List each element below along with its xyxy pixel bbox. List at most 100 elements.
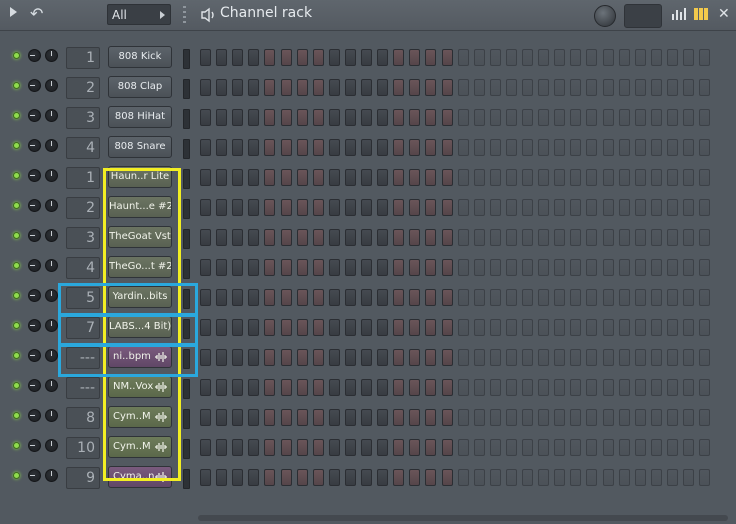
step-button[interactable] xyxy=(602,79,614,96)
step-button[interactable] xyxy=(505,289,517,306)
step-button[interactable] xyxy=(538,229,550,246)
step-button[interactable] xyxy=(248,469,260,486)
step-button[interactable] xyxy=(425,409,437,426)
step-button[interactable] xyxy=(666,319,678,336)
step-button[interactable] xyxy=(441,199,453,216)
step-button[interactable] xyxy=(441,169,453,186)
step-button[interactable] xyxy=(425,469,437,486)
step-button[interactable] xyxy=(650,469,662,486)
step-button[interactable] xyxy=(602,289,614,306)
step-button[interactable] xyxy=(296,139,308,156)
step-button[interactable] xyxy=(361,319,372,336)
channel-name-button[interactable]: 808 Kick xyxy=(108,46,172,68)
step-button[interactable] xyxy=(393,469,405,486)
volume-knob[interactable] xyxy=(45,349,58,362)
step-button[interactable] xyxy=(248,139,260,156)
step-button[interactable] xyxy=(441,229,453,246)
step-button[interactable] xyxy=(538,469,550,486)
step-button[interactable] xyxy=(361,379,372,396)
step-button[interactable] xyxy=(570,469,582,486)
step-button[interactable] xyxy=(683,469,694,486)
step-button[interactable] xyxy=(650,79,662,96)
mixer-track-number[interactable]: 2 xyxy=(66,77,100,99)
step-button[interactable] xyxy=(409,199,421,216)
step-button[interactable] xyxy=(216,439,228,456)
step-button[interactable] xyxy=(425,109,437,126)
step-button[interactable] xyxy=(457,169,469,186)
step-button[interactable] xyxy=(554,49,566,66)
step-button[interactable] xyxy=(216,49,228,66)
step-button[interactable] xyxy=(328,49,340,66)
step-button[interactable] xyxy=(344,469,356,486)
pan-knob[interactable] xyxy=(28,289,41,302)
step-button[interactable] xyxy=(586,229,598,246)
pan-knob[interactable] xyxy=(28,439,41,452)
step-button[interactable] xyxy=(248,409,260,426)
step-button[interactable] xyxy=(200,379,211,396)
step-button[interactable] xyxy=(650,139,662,156)
step-button[interactable] xyxy=(489,229,501,246)
step-button[interactable] xyxy=(538,319,550,336)
step-button[interactable] xyxy=(457,349,469,366)
step-button[interactable] xyxy=(312,289,324,306)
mixer-track-number[interactable]: 10 xyxy=(66,437,100,459)
step-button[interactable] xyxy=(361,79,372,96)
step-button[interactable] xyxy=(328,259,340,276)
step-button[interactable] xyxy=(296,439,308,456)
step-button[interactable] xyxy=(570,409,582,426)
step-sequencer-icon[interactable] xyxy=(694,8,708,20)
pan-knob[interactable] xyxy=(28,169,41,182)
step-button[interactable] xyxy=(586,139,598,156)
mixer-track-number[interactable]: 9 xyxy=(66,467,100,489)
step-button[interactable] xyxy=(328,469,340,486)
step-button[interactable] xyxy=(280,49,292,66)
pan-knob[interactable] xyxy=(28,319,41,332)
step-button[interactable] xyxy=(457,379,469,396)
step-button[interactable] xyxy=(473,439,485,456)
step-button[interactable] xyxy=(586,439,598,456)
step-button[interactable] xyxy=(505,259,517,276)
step-button[interactable] xyxy=(232,49,244,66)
channel-volume-bar[interactable] xyxy=(183,409,190,429)
step-button[interactable] xyxy=(602,409,614,426)
step-button[interactable] xyxy=(200,289,211,306)
step-button[interactable] xyxy=(699,259,711,276)
step-button[interactable] xyxy=(344,259,356,276)
step-button[interactable] xyxy=(312,169,324,186)
pan-knob[interactable] xyxy=(28,199,41,212)
step-button[interactable] xyxy=(296,169,308,186)
step-button[interactable] xyxy=(248,199,260,216)
step-button[interactable] xyxy=(393,109,405,126)
step-button[interactable] xyxy=(650,439,662,456)
step-button[interactable] xyxy=(457,259,469,276)
step-button[interactable] xyxy=(505,349,517,366)
swing-knob[interactable] xyxy=(594,5,616,27)
step-button[interactable] xyxy=(441,409,453,426)
speaker-icon[interactable] xyxy=(200,6,218,24)
step-button[interactable] xyxy=(683,199,694,216)
step-button[interactable] xyxy=(683,319,694,336)
step-button[interactable] xyxy=(312,319,324,336)
step-button[interactable] xyxy=(522,319,533,336)
step-button[interactable] xyxy=(248,109,260,126)
step-button[interactable] xyxy=(361,169,372,186)
step-button[interactable] xyxy=(280,469,292,486)
step-button[interactable] xyxy=(264,259,276,276)
step-button[interactable] xyxy=(441,49,453,66)
channel-volume-bar[interactable] xyxy=(183,139,190,159)
mute-led[interactable] xyxy=(13,172,20,179)
step-button[interactable] xyxy=(361,109,372,126)
step-button[interactable] xyxy=(457,229,469,246)
step-button[interactable] xyxy=(393,139,405,156)
step-button[interactable] xyxy=(361,349,372,366)
step-button[interactable] xyxy=(586,409,598,426)
step-button[interactable] xyxy=(328,409,340,426)
step-button[interactable] xyxy=(425,319,437,336)
step-button[interactable] xyxy=(328,439,340,456)
step-button[interactable] xyxy=(264,379,276,396)
step-button[interactable] xyxy=(570,109,582,126)
step-button[interactable] xyxy=(666,169,678,186)
step-button[interactable] xyxy=(393,199,405,216)
step-button[interactable] xyxy=(409,379,421,396)
step-button[interactable] xyxy=(377,439,389,456)
